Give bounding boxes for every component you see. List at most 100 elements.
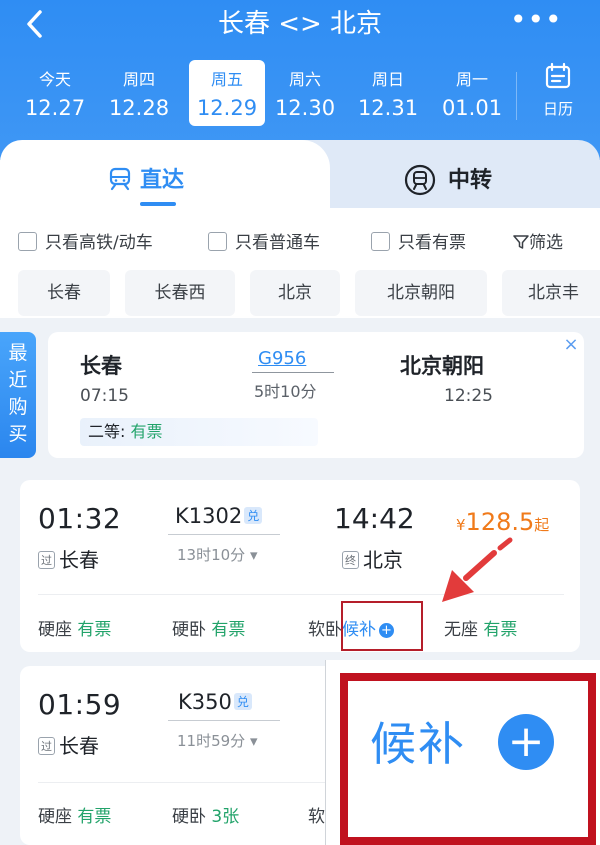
route-line [252, 372, 334, 373]
exchange-badge: 兑 [244, 507, 263, 524]
checkbox-available-only[interactable]: 只看有票 [371, 228, 466, 253]
date-weekday: 今天 [38, 70, 71, 89]
recent-to-station: 北京朝阳 [400, 354, 484, 378]
seat-hard-sleeper: 硬卧 3张 [172, 802, 239, 827]
date-weekday: 周日 [371, 70, 404, 89]
exchange-badge: 兑 [233, 693, 252, 710]
arrival-station-name: 北京 [363, 548, 403, 572]
departure-time: 01:59 [38, 688, 122, 721]
date-selector: 今天 12.27 周四 12.28 周五 12.29 周六 12.30 周日 1… [12, 60, 512, 130]
date-weekday: 周一 [455, 70, 488, 89]
zoom-waitlist-label: 候补 [370, 717, 466, 771]
calendar-button[interactable]: 日历 [528, 62, 588, 128]
departure-station: 过长春 [38, 730, 99, 759]
recent-purchase-card[interactable]: 长春 07:15 G956 5时10分 北京朝阳 12:25 二等: 有票 × [48, 332, 584, 458]
seat-standing: 无座 有票 [444, 615, 517, 640]
checkbox-box [208, 232, 227, 251]
seat-status: 有票 [77, 807, 112, 827]
date-item-thu[interactable]: 周四 12.28 [101, 60, 177, 126]
checkbox-label: 只看高铁/动车 [45, 233, 153, 253]
station-chip[interactable]: 长春西 [125, 270, 235, 316]
price-suffix: 起 [534, 516, 550, 534]
date-value: 12.30 [274, 96, 336, 120]
recent-train-number[interactable]: G956 [258, 348, 306, 369]
seat-hard-seat: 硬座 有票 [38, 802, 111, 827]
recent-duration: 5时10分 [254, 382, 317, 401]
route-line [168, 534, 280, 535]
train-number-text: K1302 [175, 504, 243, 528]
header-bar: 长春 <> 北京 ••• 今天 12.27 周四 12.28 周五 12.29 … [0, 0, 600, 160]
more-options-button[interactable]: ••• [510, 6, 562, 42]
recent-purchase-tag: 最近购买 [0, 332, 36, 458]
date-value: 12.31 [357, 96, 419, 120]
travel-duration[interactable]: 11时59分 ▾ [177, 730, 257, 751]
checkbox-normal-train[interactable]: 只看普通车 [208, 228, 320, 253]
seat-hard-sleeper: 硬卧 有票 [172, 615, 245, 640]
highlight-frame [341, 601, 423, 651]
date-value: 01.01 [441, 96, 503, 120]
seat-name: 软卧 [308, 620, 342, 640]
date-item-sun[interactable]: 周日 12.31 [350, 60, 426, 126]
seat-hard-seat: 硬座 有票 [38, 615, 111, 640]
recent-to-time: 12:25 [444, 386, 493, 406]
train-number-text: K350 [178, 690, 232, 714]
seat-status: 3张 [211, 807, 240, 827]
station-chip[interactable]: 北京 [250, 270, 340, 316]
checkbox-box [18, 232, 37, 251]
date-item-sat[interactable]: 周六 12.30 [267, 60, 343, 126]
red-arrow-icon [442, 537, 513, 602]
back-button[interactable] [18, 6, 54, 42]
date-item-fri-selected[interactable]: 周五 12.29 [189, 60, 265, 126]
seat-status: 有票 [77, 620, 112, 640]
date-item-today[interactable]: 今天 12.27 [17, 60, 93, 126]
seat-status: 有票 [211, 620, 246, 640]
date-value: 12.29 [196, 96, 258, 120]
date-item-mon[interactable]: 周一 01.01 [434, 60, 510, 126]
route-line [168, 720, 280, 721]
checkbox-high-speed[interactable]: 只看高铁/动车 [18, 228, 153, 253]
date-weekday: 周四 [122, 70, 155, 89]
filter-button[interactable]: 筛选 [513, 228, 563, 253]
seat-class: 二等: [88, 422, 126, 441]
tab-direct-label: 直达 [140, 168, 185, 193]
recent-from-station: 长春 [80, 354, 122, 378]
calendar-label: 日历 [542, 100, 573, 118]
seat-status: 有票 [483, 620, 518, 640]
funnel-icon [513, 235, 529, 249]
seat-name: 软 [308, 807, 325, 827]
seat-name: 硬卧 [172, 807, 206, 827]
page-title: 长春 <> 北京 [217, 9, 383, 39]
pass-through-badge: 过 [38, 551, 55, 569]
arrival-time: 14:42 [334, 502, 415, 535]
seat-name: 硬座 [38, 807, 72, 827]
date-weekday: 周六 [288, 70, 321, 89]
date-value: 12.28 [108, 96, 170, 120]
seat-name: 硬卧 [172, 620, 206, 640]
station-chip-row: 长春 长春西 北京 北京朝阳 北京丰 [18, 270, 600, 316]
tab-transfer-label: 中转 [448, 168, 493, 193]
seat-name: 无座 [444, 620, 478, 640]
close-icon[interactable]: × [560, 334, 582, 356]
travel-duration[interactable]: 13时10分 ▾ [177, 544, 257, 565]
station-chip[interactable]: 北京丰 [502, 270, 600, 316]
filter-row: 只看高铁/动车 只看普通车 只看有票 筛选 [18, 226, 588, 254]
recent-seat-info: 二等: 有票 [80, 418, 318, 446]
arrival-station: 终北京 [342, 544, 403, 573]
station-chip[interactable]: 北京朝阳 [355, 270, 487, 316]
departure-station: 过长春 [38, 544, 99, 573]
seat-soft-sleeper: 软 [308, 802, 325, 827]
seat-status: 有票 [130, 422, 163, 441]
checkbox-label: 只看有票 [398, 233, 466, 253]
train-number: K1302 兑 [175, 504, 263, 528]
divider [516, 72, 517, 120]
date-weekday: 周五 [210, 70, 243, 89]
departure-station-name: 长春 [59, 548, 99, 572]
route-tabs: 直达 中转 [0, 140, 600, 208]
train-icon [109, 167, 131, 191]
price-value: 128.5 [465, 508, 535, 536]
station-chip[interactable]: 长春 [18, 270, 110, 316]
departure-time: 01:32 [38, 502, 122, 535]
recent-from-time: 07:15 [80, 386, 129, 406]
filter-panel: 只看高铁/动车 只看普通车 只看有票 筛选 长春 长春西 北京 北京朝阳 北京丰 [0, 208, 600, 318]
filter-label: 筛选 [529, 233, 563, 253]
